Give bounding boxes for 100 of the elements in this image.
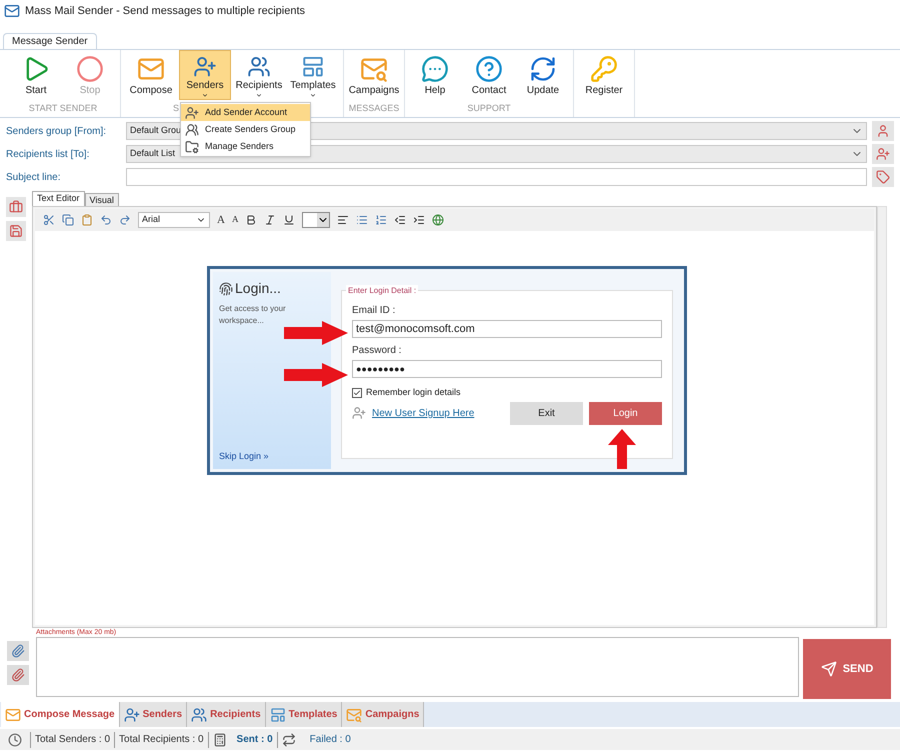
user-icon: [876, 124, 890, 138]
ribbon-button[interactable]: Recipients: [233, 50, 285, 100]
group-label: START SENDER: [28, 102, 98, 114]
status-text: Total Recipients : 0: [119, 733, 204, 747]
add-attachment-button[interactable]: [7, 641, 29, 661]
ribbon-button[interactable]: Campaigns: [348, 50, 400, 100]
action-button[interactable]: [872, 121, 894, 141]
scrollbar[interactable]: [877, 206, 887, 628]
outdent-icon[interactable]: [394, 214, 406, 226]
status-text: Failed : 0: [310, 733, 351, 747]
user-plus-icon: [352, 406, 366, 420]
action-button[interactable]: [872, 144, 894, 164]
indent-icon[interactable]: [413, 214, 426, 226]
editor-tab[interactable]: Visual: [84, 193, 119, 206]
paperclip-icon: [11, 668, 25, 682]
key-icon: [590, 55, 618, 83]
fingerprint-icon: [219, 282, 233, 296]
remember-checkbox[interactable]: [352, 388, 362, 398]
login-subtitle: Get access to your workspace...: [219, 303, 287, 327]
legend: Enter Login Detail :: [346, 285, 418, 297]
cut-icon[interactable]: [43, 214, 55, 226]
user-plus-icon: [876, 147, 890, 161]
bottom-tab[interactable]: Campaigns: [342, 702, 424, 727]
email-label: Email ID :: [352, 304, 396, 318]
remember-label: Remember login details: [366, 386, 461, 399]
ribbon-button[interactable]: Help: [409, 50, 461, 100]
field-label: Senders group [From]:: [6, 124, 108, 138]
field-label: Recipients list [To]:: [6, 148, 90, 162]
bottom-tab[interactable]: Recipients: [187, 702, 266, 727]
ribbon-button[interactable]: Start: [10, 50, 62, 100]
login-title: Login...: [235, 279, 281, 298]
ribbon-button[interactable]: Update: [517, 50, 569, 100]
ribbon-tab[interactable]: Message Sender: [3, 33, 97, 49]
users-icon: [191, 706, 208, 722]
paste-icon[interactable]: [81, 214, 93, 226]
send-button[interactable]: SEND: [803, 639, 891, 699]
dropdown-value[interactable]: Default List: [130, 147, 176, 161]
user-plus-icon: [124, 706, 140, 722]
field-label: Subject line:: [6, 170, 62, 184]
action-button[interactable]: [872, 167, 894, 187]
menu-item[interactable]: Create Senders Group: [181, 121, 310, 138]
app-icon: [4, 3, 20, 19]
templates-icon: [270, 706, 286, 722]
numbered-list-icon[interactable]: [375, 214, 388, 226]
user-plus-icon: [185, 106, 199, 120]
password-field[interactable]: ●●●●●●●●●: [352, 360, 662, 378]
bottom-tab[interactable]: Compose Message: [1, 702, 120, 727]
check-icon: [353, 388, 361, 398]
window-title: Mass Mail Sender - Send messages to multiple recipients: [25, 4, 306, 19]
signup-link[interactable]: New User Signup Here: [372, 406, 474, 420]
grow-font-icon[interactable]: A: [217, 212, 225, 228]
bold-icon[interactable]: [245, 214, 258, 226]
align-icon[interactable]: [337, 214, 350, 226]
skip-login-link[interactable]: Skip Login »: [219, 450, 325, 463]
password-label: Password :: [352, 344, 402, 358]
template-button[interactable]: [6, 197, 26, 217]
shrink-font-icon[interactable]: A: [232, 213, 238, 227]
arrow-icon: [284, 363, 348, 387]
login-button[interactable]: Login: [589, 402, 662, 424]
ribbon-button[interactable]: Contact: [463, 50, 515, 100]
group-label: S: [173, 102, 180, 114]
refresh-icon: [529, 55, 557, 83]
exit-button[interactable]: Exit: [510, 402, 583, 424]
underline-icon[interactable]: [283, 214, 296, 226]
help-icon: [421, 55, 449, 83]
input-field[interactable]: [126, 168, 867, 186]
globe-icon[interactable]: [432, 214, 444, 226]
arrow-icon: [284, 321, 348, 345]
ribbon-button[interactable]: Compose: [125, 50, 177, 100]
editor-body[interactable]: Login... Get access to your workspace... Skip Login » Enter Login Detail : Email ID : test@monocomsoft.com Password : ●●●●●●●●● Remember login details New User Signup Here Exit Login: [35, 231, 874, 625]
ribbon-button[interactable]: Senders: [179, 50, 231, 100]
redo-icon[interactable]: [119, 214, 131, 226]
copy-icon[interactable]: [62, 214, 74, 226]
attachments-field[interactable]: [36, 637, 799, 697]
caret-icon: [317, 213, 330, 227]
bottom-tab[interactable]: Templates: [266, 702, 342, 727]
status-text: Sent : 0: [236, 733, 273, 747]
send-icon: [820, 661, 837, 677]
envelope-search-icon: [346, 706, 362, 722]
question-icon: [475, 55, 503, 83]
paperclip-icon: [11, 644, 25, 658]
manage-icon: [185, 140, 199, 154]
font-select[interactable]: Arial: [138, 212, 210, 228]
save-button[interactable]: [6, 221, 26, 241]
ribbon-button[interactable]: Register: [578, 50, 630, 100]
menu-item[interactable]: Add Sender Account: [181, 104, 310, 121]
editor-tab[interactable]: Text Editor: [32, 191, 85, 206]
undo-icon[interactable]: [100, 214, 112, 226]
status-text: Total Senders : 0: [35, 733, 110, 747]
remove-attachment-button[interactable]: [7, 665, 29, 685]
ribbon-button[interactable]: Templates: [287, 50, 339, 100]
italic-icon[interactable]: [264, 214, 276, 226]
calculator-icon: [212, 732, 227, 746]
email-field[interactable]: test@monocomsoft.com: [352, 320, 662, 338]
clock-icon: [8, 732, 22, 746]
menu-item[interactable]: Manage Senders: [181, 138, 310, 155]
bottom-tab[interactable]: Senders: [120, 702, 188, 727]
group-label: MESSAGES: [348, 102, 400, 114]
color-picker[interactable]: [302, 212, 330, 228]
group-label: SUPPORT: [467, 102, 511, 114]
